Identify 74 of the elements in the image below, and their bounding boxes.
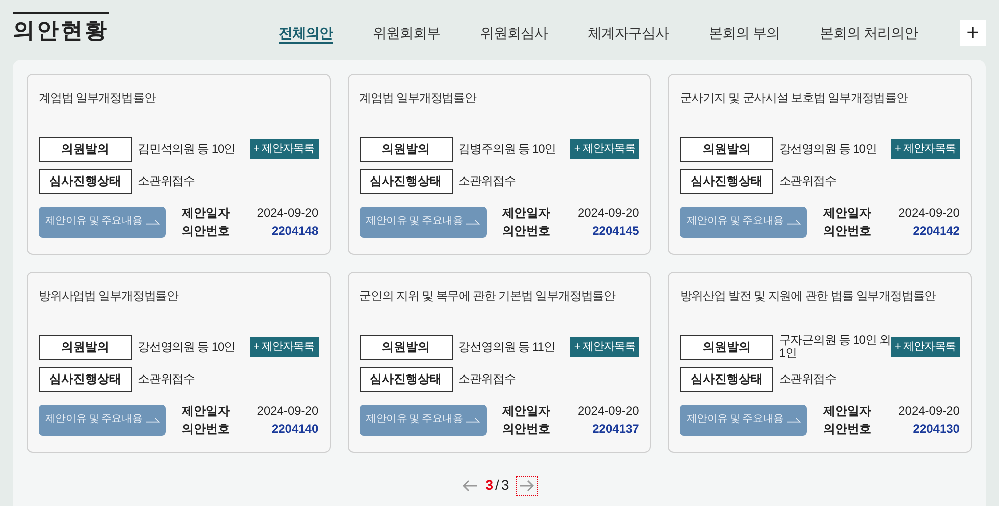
date-value: 2024-09-20 [256, 403, 319, 419]
number-label: 의안번호 [502, 421, 551, 437]
field-label: 심사진행상태 [39, 168, 132, 194]
field-label: 심사진행상태 [39, 366, 132, 392]
proposers-button[interactable]: + 제안자목록 [891, 337, 960, 357]
proposer-text: 강선영의원 등 10인 [138, 340, 236, 354]
previous-arrow-icon[interactable] [462, 480, 478, 492]
date-value: 2024-09-20 [576, 403, 640, 419]
bill-title: 계엄법 일부개정법률안 [360, 90, 478, 107]
field-label: 의원발의 [680, 136, 774, 162]
bill-number: 2204145 [592, 223, 640, 239]
bill-number: 2204148 [270, 223, 319, 239]
date-label: 제안일자 [823, 403, 872, 419]
number-label: 의안번호 [823, 223, 872, 239]
page-title: 의안현황 [13, 17, 109, 45]
add-button[interactable]: + [960, 20, 986, 46]
bill-title: 방위사업법 일부개정법률안 [39, 288, 180, 305]
tab[interactable]: 위원회심사 [460, 22, 568, 44]
field-label: 심사진행상태 [680, 168, 774, 194]
status-text: 소관위접수 [138, 173, 196, 190]
proposers-button[interactable]: + 제안자목록 [250, 337, 319, 357]
field-label: 의원발의 [39, 136, 132, 162]
date-label: 제안일자 [502, 205, 551, 221]
status-text: 소관위접수 [138, 371, 196, 388]
number-label: 의안번호 [823, 421, 872, 437]
proposers-button[interactable]: + 제안자목록 [570, 139, 640, 159]
proposers-button[interactable]: + 제안자목록 [570, 337, 640, 357]
date-value: 2024-09-20 [898, 205, 960, 221]
tab[interactable]: 전체의안 [259, 22, 354, 44]
proposers-button[interactable]: + 제안자목록 [250, 139, 319, 159]
tab[interactable]: 체계자구심사 [568, 22, 690, 44]
status-text: 소관위접수 [458, 173, 516, 190]
date-label: 제안일자 [502, 403, 551, 419]
field-label: 심사진행상태 [360, 366, 453, 392]
bill-title: 방위산업 발전 및 지원에 관한 법률 일부개정법률안 [680, 288, 938, 305]
number-label: 의안번호 [502, 223, 551, 239]
bill-number: 2204130 [912, 421, 960, 437]
bill-number: 2204142 [912, 223, 960, 239]
date-value: 2024-09-20 [256, 205, 319, 221]
date-label: 제안일자 [182, 205, 230, 221]
number-label: 의안번호 [182, 421, 230, 437]
arrow-icon [519, 480, 536, 492]
bill-title: 군인의 지위 및 복무에 관한 기본법 일부개정법률안 [360, 288, 617, 305]
bill-number: 2204140 [270, 421, 319, 437]
date-label: 제안일자 [823, 205, 872, 221]
bill-title: 계엄법 일부개정법률안 [39, 90, 158, 107]
field-label: 의원발의 [360, 136, 453, 162]
status-text: 소관위접수 [458, 371, 516, 388]
total-pages: 3 [501, 476, 510, 495]
field-label: 심사진행상태 [360, 168, 453, 194]
page-separator: / [496, 476, 500, 495]
bill-title: 군사기지 및 군사시설 보호법 일부개정법률안 [680, 90, 910, 107]
date-label: 제안일자 [182, 403, 230, 419]
tab[interactable]: 본회의 부의 [689, 22, 800, 44]
status-text: 소관위접수 [779, 173, 836, 190]
tab[interactable]: 위원회회부 [353, 22, 461, 44]
proposer-text: 강선영의원 등 10인 [779, 142, 878, 156]
proposer-text: 강선영의원 등 11인 [458, 340, 556, 354]
next-page-button[interactable] [517, 476, 538, 494]
status-text: 소관위접수 [779, 371, 836, 388]
date-value: 2024-09-20 [898, 403, 960, 419]
tab[interactable]: 본회의 처리의안 [800, 22, 938, 44]
proposer-text: 김민석의원 등 10인 [138, 142, 236, 156]
proposers-button[interactable]: + 제안자목록 [891, 139, 960, 159]
number-label: 의안번호 [182, 223, 230, 239]
field-label: 심사진행상태 [680, 366, 774, 392]
field-label: 의원발의 [39, 334, 132, 360]
current-page: 3 [486, 476, 494, 495]
date-value: 2024-09-20 [576, 205, 640, 221]
field-label: 의원발의 [360, 334, 453, 360]
proposer-text: 김병주의원 등 10인 [458, 142, 558, 156]
bill-number: 2204137 [592, 421, 640, 437]
proposer-text: 구자근의원 등 10인 외 1인 [779, 334, 891, 360]
field-label: 의원발의 [680, 334, 774, 360]
